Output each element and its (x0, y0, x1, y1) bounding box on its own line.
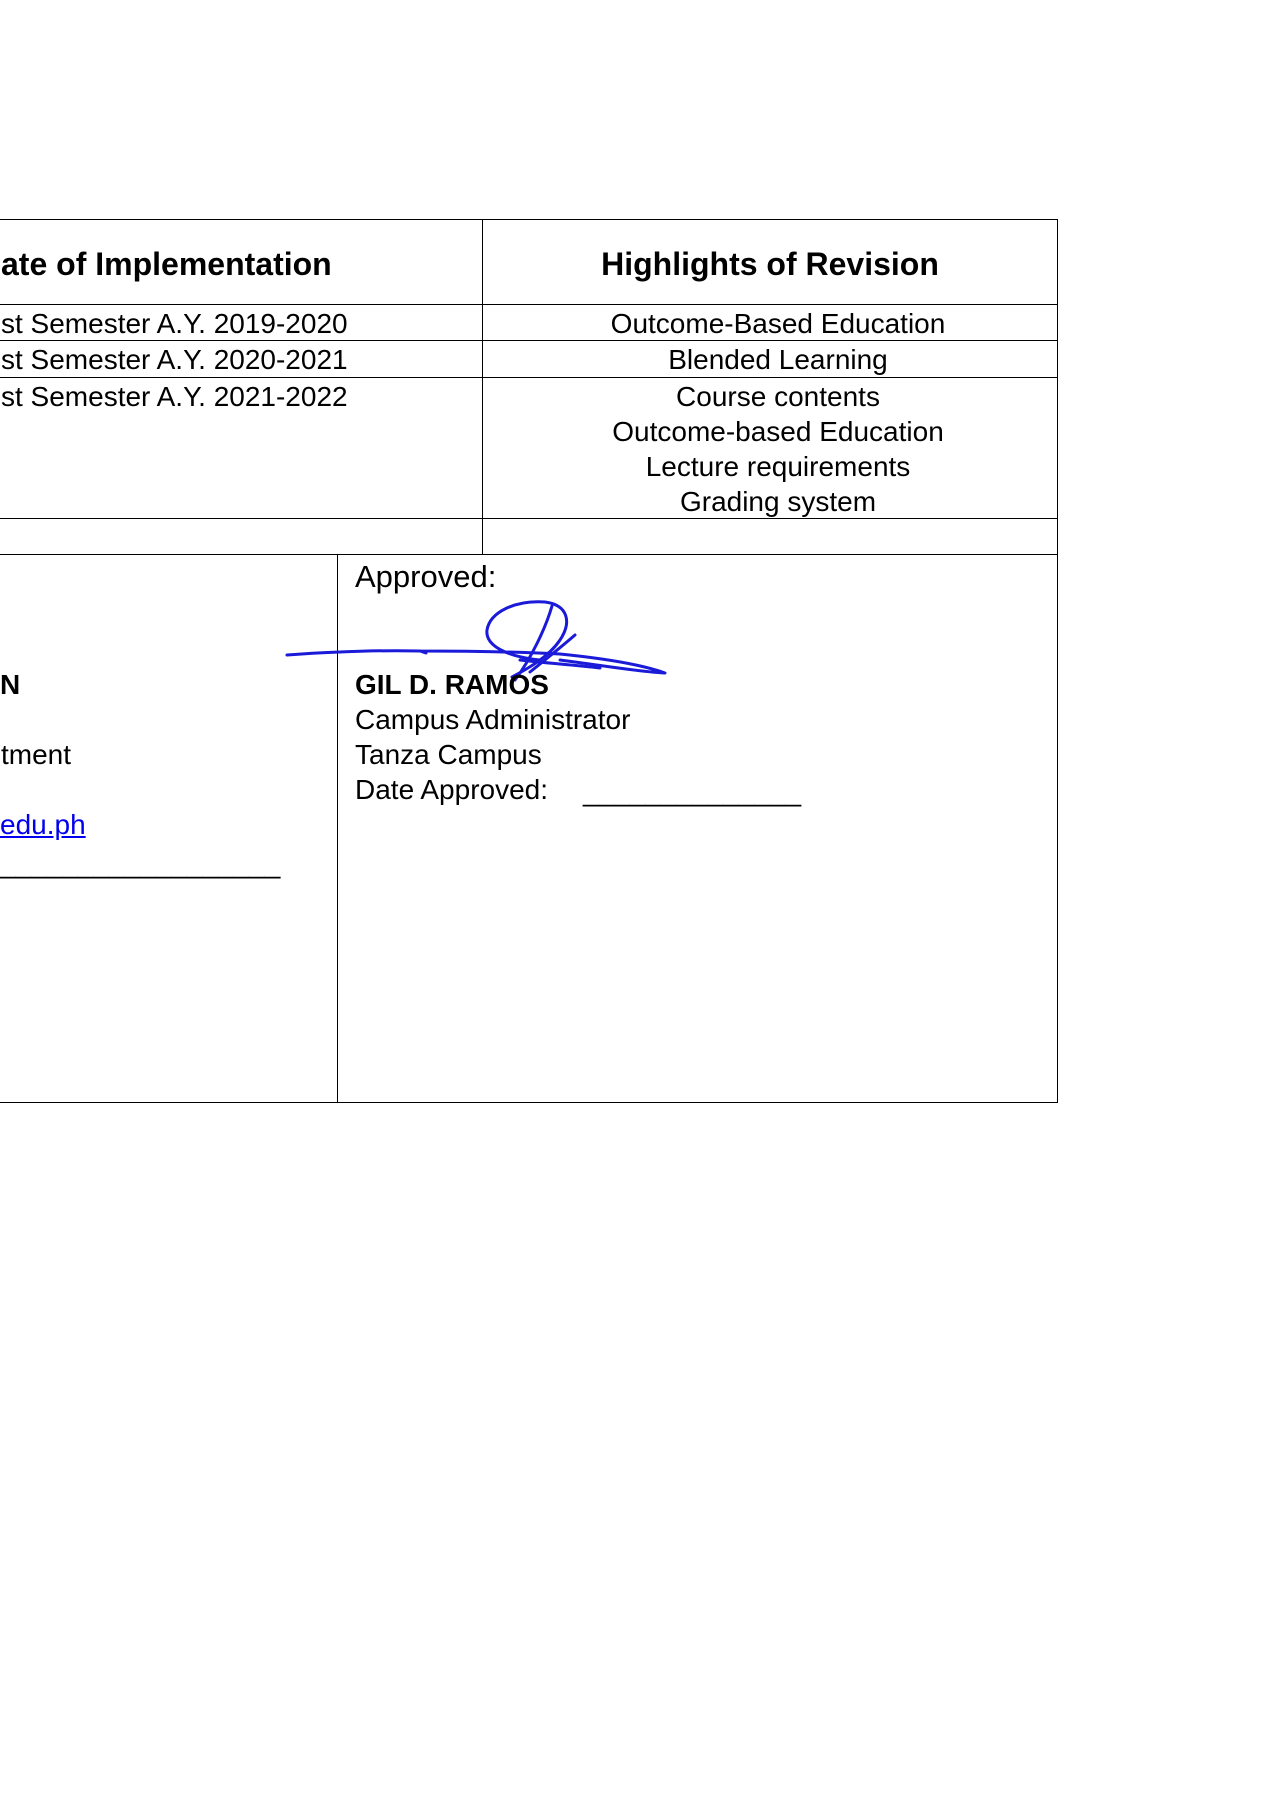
row2-date: st Semester A.Y. 2020-2021 (1, 344, 348, 375)
approver-campus: Tanza Campus (355, 739, 542, 770)
approver-name: GIL D. RAMOS (355, 669, 549, 700)
left-signatory-name: N (0, 669, 21, 700)
row1-highlight: Outcome-Based Education (610, 308, 946, 339)
row3-date: st Semester A.Y. 2021-2022 (1, 381, 348, 412)
header-highlights-of-revision: Highlights of Revision (601, 246, 939, 282)
date-approved-label: Date Approved: (355, 774, 549, 805)
date-approved-blank[interactable]: ______________ (583, 778, 801, 806)
approver-position: Campus Administrator (355, 704, 631, 735)
left-signatory-title: tment (1, 739, 72, 770)
row3-highlight-1: Course contents (676, 381, 880, 412)
table-header-border (0, 304, 1058, 305)
header-date-of-implementation: ate of Implementation (1, 246, 332, 282)
row2-highlight: Blended Learning (668, 344, 888, 375)
signature-column-divider (337, 554, 338, 1103)
row3-highlight-3: Lecture requirements (645, 451, 911, 482)
table-right-border (1057, 219, 1058, 1103)
row3-highlight-2: Outcome-based Education (612, 416, 944, 447)
row1-date: st Semester A.Y. 2019-2020 (1, 308, 348, 339)
table-row1-border (0, 340, 1058, 341)
table-column-divider (482, 219, 483, 555)
table-top-border (0, 219, 1058, 220)
signature-bottom-border (0, 1102, 1058, 1103)
row3-highlight-4: Grading system (679, 486, 877, 517)
table-row4-border (0, 554, 1058, 555)
left-date-blank-line: __________________ (0, 848, 281, 879)
table-row3-border (0, 518, 1058, 519)
table-row2-border (0, 377, 1058, 378)
left-signatory-email[interactable]: edu.ph (0, 811, 86, 839)
approved-label: Approved: (355, 559, 497, 594)
